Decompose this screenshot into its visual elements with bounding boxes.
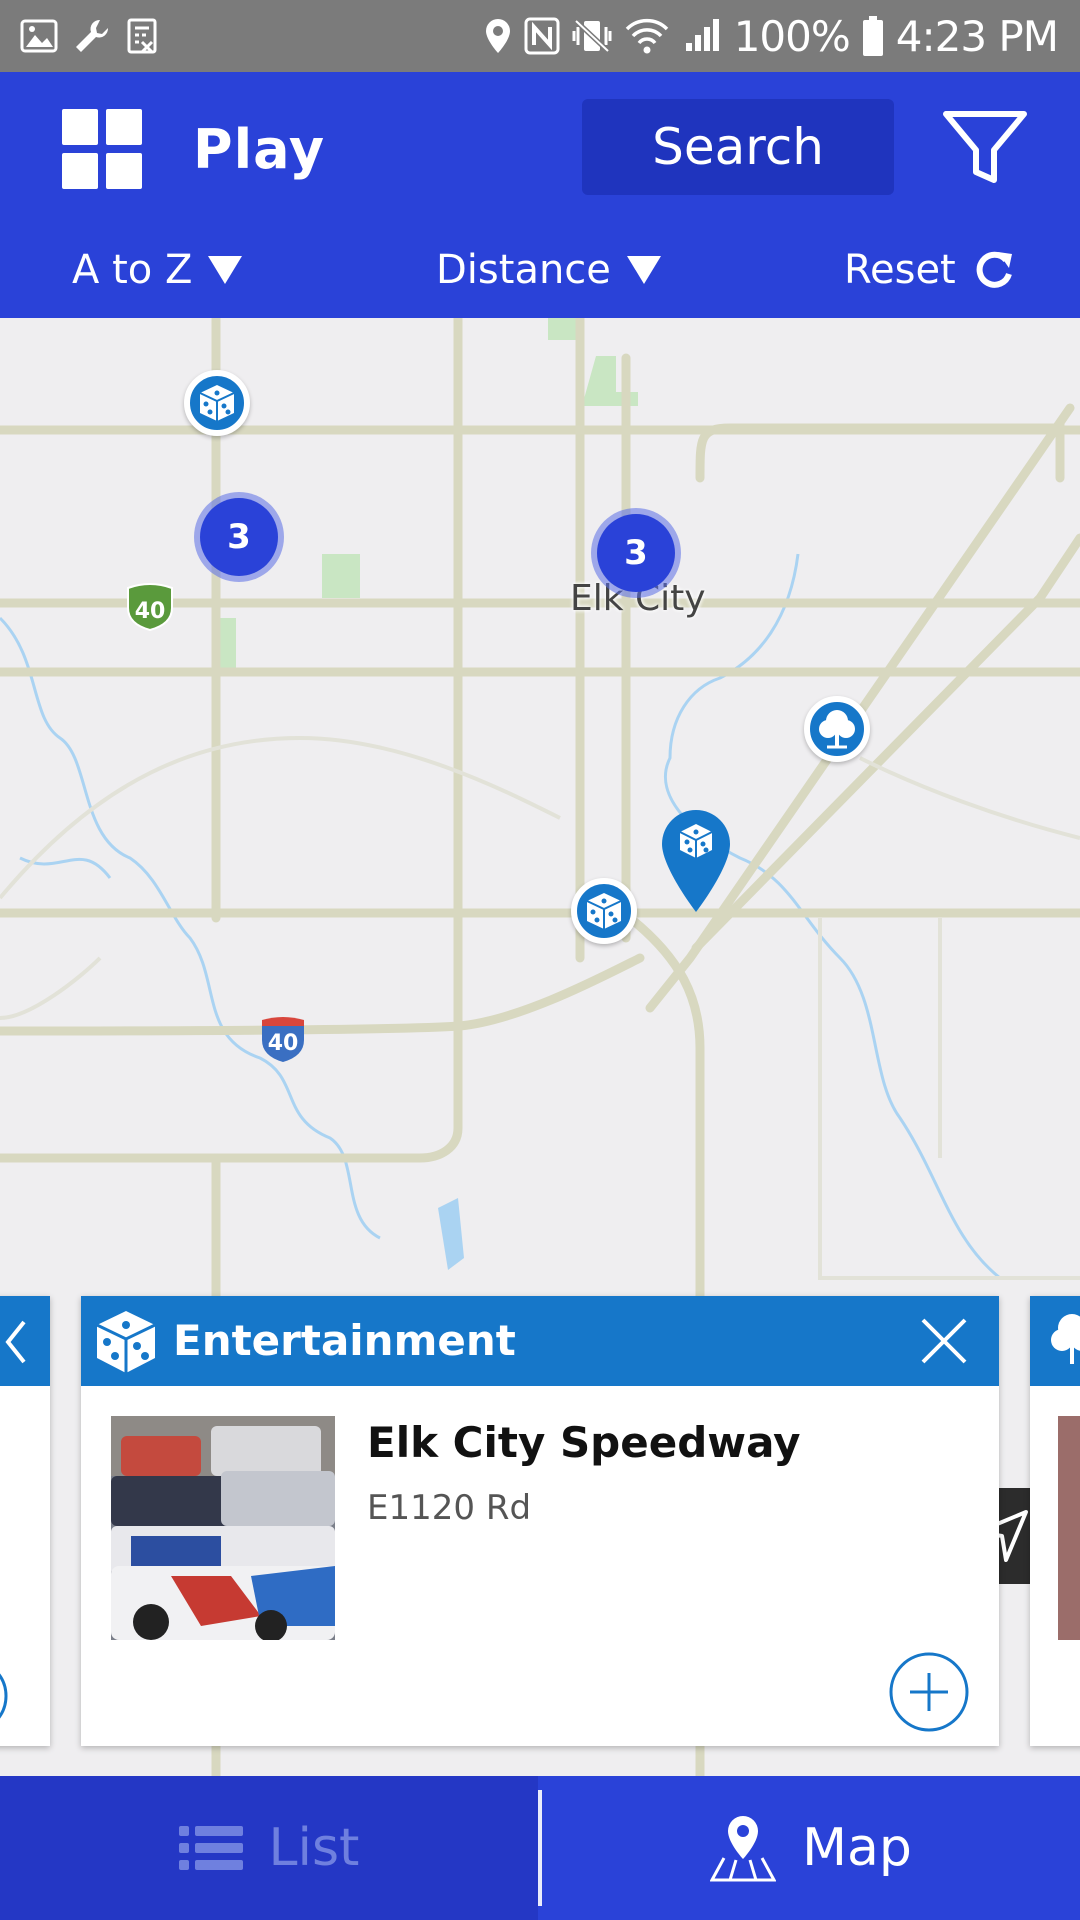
tab-map[interactable]: Map [542,1776,1080,1920]
map-marker-entertainment[interactable] [184,370,250,436]
reset-label: Reset [844,247,956,293]
nfc-icon [524,17,560,55]
signal-icon [685,19,719,51]
image-icon [20,19,58,53]
card-category: Entertainment [173,1316,516,1365]
tree-icon [819,710,855,749]
list-icon [178,1826,243,1870]
map-cluster[interactable]: 3 [597,514,675,592]
reset-button[interactable]: Reset [844,222,1016,318]
close-icon[interactable] [919,1316,969,1366]
highway-label-2: 40 [268,1031,299,1056]
grid-menu-icon[interactable] [62,109,142,189]
sort-az-label: A to Z [72,247,193,293]
map-marker-park[interactable] [804,696,870,762]
place-photo [111,1416,335,1640]
selected-pin-icon[interactable] [660,808,732,914]
sort-az-dropdown[interactable]: A to Z [72,222,243,318]
interstate-shield-icon: 40 [262,1017,304,1062]
refresh-icon [976,251,1012,288]
place-name[interactable]: Elk City Speedway [367,1418,801,1467]
map-cluster[interactable]: 3 [200,498,278,576]
map-pin-icon [710,1816,777,1882]
search-button[interactable]: Search [582,99,894,195]
vibrate-icon [572,19,612,53]
tab-map-label: Map [802,1818,912,1878]
place-card[interactable]: Entertainment Elk City Speedway E1120 Rd [81,1296,999,1746]
filter-icon [943,111,1027,183]
map-marker-entertainment[interactable] [571,878,637,944]
tab-list-label: List [268,1818,360,1878]
sort-bar: A to Z Distance Reset [0,222,1080,318]
chevron-left-icon [5,1320,26,1364]
clock: 4:23 PM [895,11,1059,61]
battery-percent: 100% [733,11,851,61]
wrench-icon [76,19,109,52]
page-title: Play [193,118,326,181]
distance-label: Distance [436,247,611,293]
place-card-next[interactable] [1030,1296,1080,1746]
triangle-down-icon [626,256,661,284]
place-card-previous[interactable] [0,1296,50,1746]
battery-icon [862,16,883,56]
location-icon [485,19,510,53]
card-header: Entertainment [81,1296,999,1386]
distance-dropdown[interactable]: Distance [436,222,661,318]
highway-shield-icon: 40 [127,583,173,632]
bottom-tab-bar: List Map [0,1776,1080,1920]
filter-button[interactable] [940,108,1030,188]
triangle-down-icon [208,256,243,284]
calculator-icon [127,18,157,54]
dice-icon [199,385,235,421]
app-header: Play Search [0,72,1080,222]
add-circle-icon [0,1673,8,1719]
add-button[interactable] [888,1651,970,1733]
dice-icon [96,1311,156,1373]
place-address: E1120 Rd [367,1488,532,1528]
status-bar: 100% 4:23 PM [0,0,1080,72]
tree-icon [1051,1314,1080,1364]
wifi-icon [625,18,668,54]
tab-list[interactable]: List [0,1776,538,1920]
dice-icon [586,893,622,929]
highway-label-1: 40 [135,599,166,624]
place-photo [1058,1416,1080,1640]
